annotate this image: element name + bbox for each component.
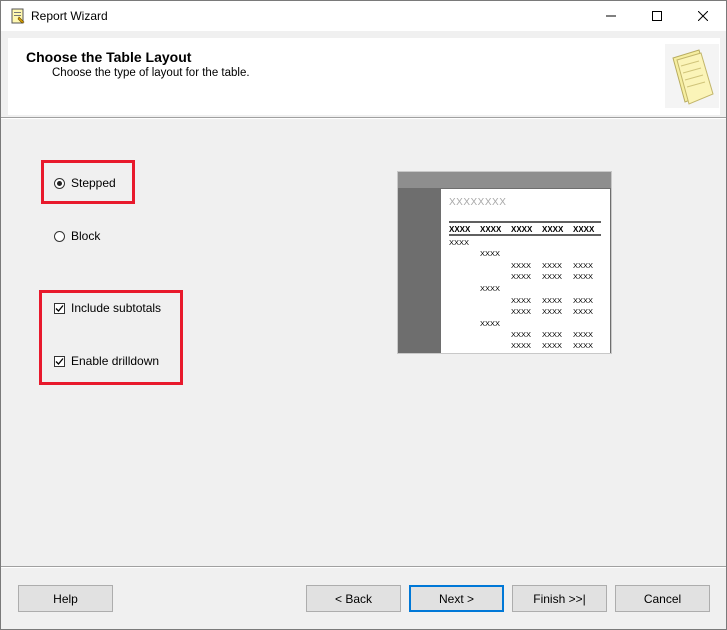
preview-cell: XXXX (542, 261, 562, 270)
wizard-header: Choose the Table Layout Choose the type … (8, 38, 720, 115)
include-subtotals-checkbox[interactable] (54, 302, 65, 314)
page-subtitle: Choose the type of layout for the table. (52, 67, 250, 79)
preview-cell: XXXX (542, 307, 562, 316)
close-button[interactable] (680, 1, 726, 31)
block-radio[interactable] (54, 230, 65, 242)
minimize-icon (606, 15, 616, 17)
preview-cell: XXXX (573, 272, 593, 281)
preview-cell: XXXX (480, 249, 500, 258)
checkmark-icon (55, 357, 64, 365)
preview-layout-drawing: XXXXXXXX XXXX XXXX XXXX XXXX XXXX XXXXXXXXXX… (449, 197, 601, 350)
next-button[interactable]: Next > (409, 585, 504, 612)
radio-selected-dot (57, 180, 62, 186)
preview-cell: XXXX (449, 238, 469, 247)
close-icon (698, 11, 708, 21)
report-wizard-app-icon (10, 8, 26, 24)
preview-cell: XXXX (573, 307, 593, 316)
preview-cell: XXXX (480, 319, 500, 328)
preview-cell: XXXX (511, 307, 531, 316)
include-subtotals-option[interactable]: Include subtotals (54, 301, 161, 315)
preview-cell: XXXX (542, 341, 562, 350)
block-label: Block (71, 229, 101, 243)
preview-header-cell: XXXX (480, 225, 502, 234)
maximize-button[interactable] (634, 1, 680, 31)
preview-cell: XXXX (511, 296, 531, 305)
preview-header-cell: XXXX (573, 225, 595, 234)
preview-page: XXXXXXXX XXXX XXXX XXXX XXXX XXXX XXXX XXXX XX… (441, 189, 610, 353)
footer-divider (1, 566, 726, 568)
preview-cell: XXXX (573, 341, 593, 350)
cancel-button[interactable]: Cancel (615, 585, 710, 612)
stepped-label: Stepped (71, 176, 116, 190)
preview-cell: XXXX (573, 261, 593, 270)
block-radio-option[interactable]: Block (54, 229, 100, 243)
preview-title-text: XXXXXXXX (449, 197, 506, 208)
preview-cell: XXXX (542, 330, 562, 339)
header-divider (1, 117, 726, 119)
enable-drilldown-checkbox[interactable] (54, 355, 65, 367)
preview-cell: XXXX (511, 261, 531, 270)
checkmark-icon (55, 304, 64, 312)
preview-top-strip (398, 172, 611, 188)
preview-cell: XXXX (480, 284, 500, 293)
enable-drilldown-option[interactable]: Enable drilldown (54, 354, 159, 368)
preview-cell: XXXX (511, 341, 531, 350)
layout-preview: XXXXXXXX XXXX XXXX XXXX XXXX XXXX XXXX XXXX XX… (397, 171, 612, 354)
back-button[interactable]: < Back (306, 585, 401, 612)
stepped-radio[interactable] (54, 177, 65, 189)
window-title: Report Wizard (31, 9, 108, 23)
enable-drilldown-label: Enable drilldown (71, 354, 160, 368)
preview-cell: XXXX (573, 330, 593, 339)
preview-header-cell: XXXX (449, 225, 471, 234)
minimize-button[interactable] (588, 1, 634, 31)
preview-header-cell: XXXX (511, 225, 533, 234)
preview-cell: XXXX (511, 272, 531, 281)
wizard-notepad-icon (665, 44, 719, 108)
finish-button[interactable]: Finish >>| (512, 585, 607, 612)
preview-header-cell: XXXX (542, 225, 564, 234)
include-subtotals-label: Include subtotals (71, 301, 162, 315)
stepped-radio-option[interactable]: Stepped (54, 176, 116, 190)
preview-cell: XXXX (573, 296, 593, 305)
title-bar[interactable]: Report Wizard (1, 1, 726, 31)
preview-cell: XXXX (511, 330, 531, 339)
help-button[interactable]: Help (18, 585, 113, 612)
preview-cell: XXXX (542, 272, 562, 281)
maximize-icon (652, 11, 662, 21)
preview-cell: XXXX (542, 296, 562, 305)
report-wizard-window: Report Wizard Choose the Table Layout Ch… (0, 0, 727, 630)
page-title: Choose the Table Layout (26, 49, 192, 65)
